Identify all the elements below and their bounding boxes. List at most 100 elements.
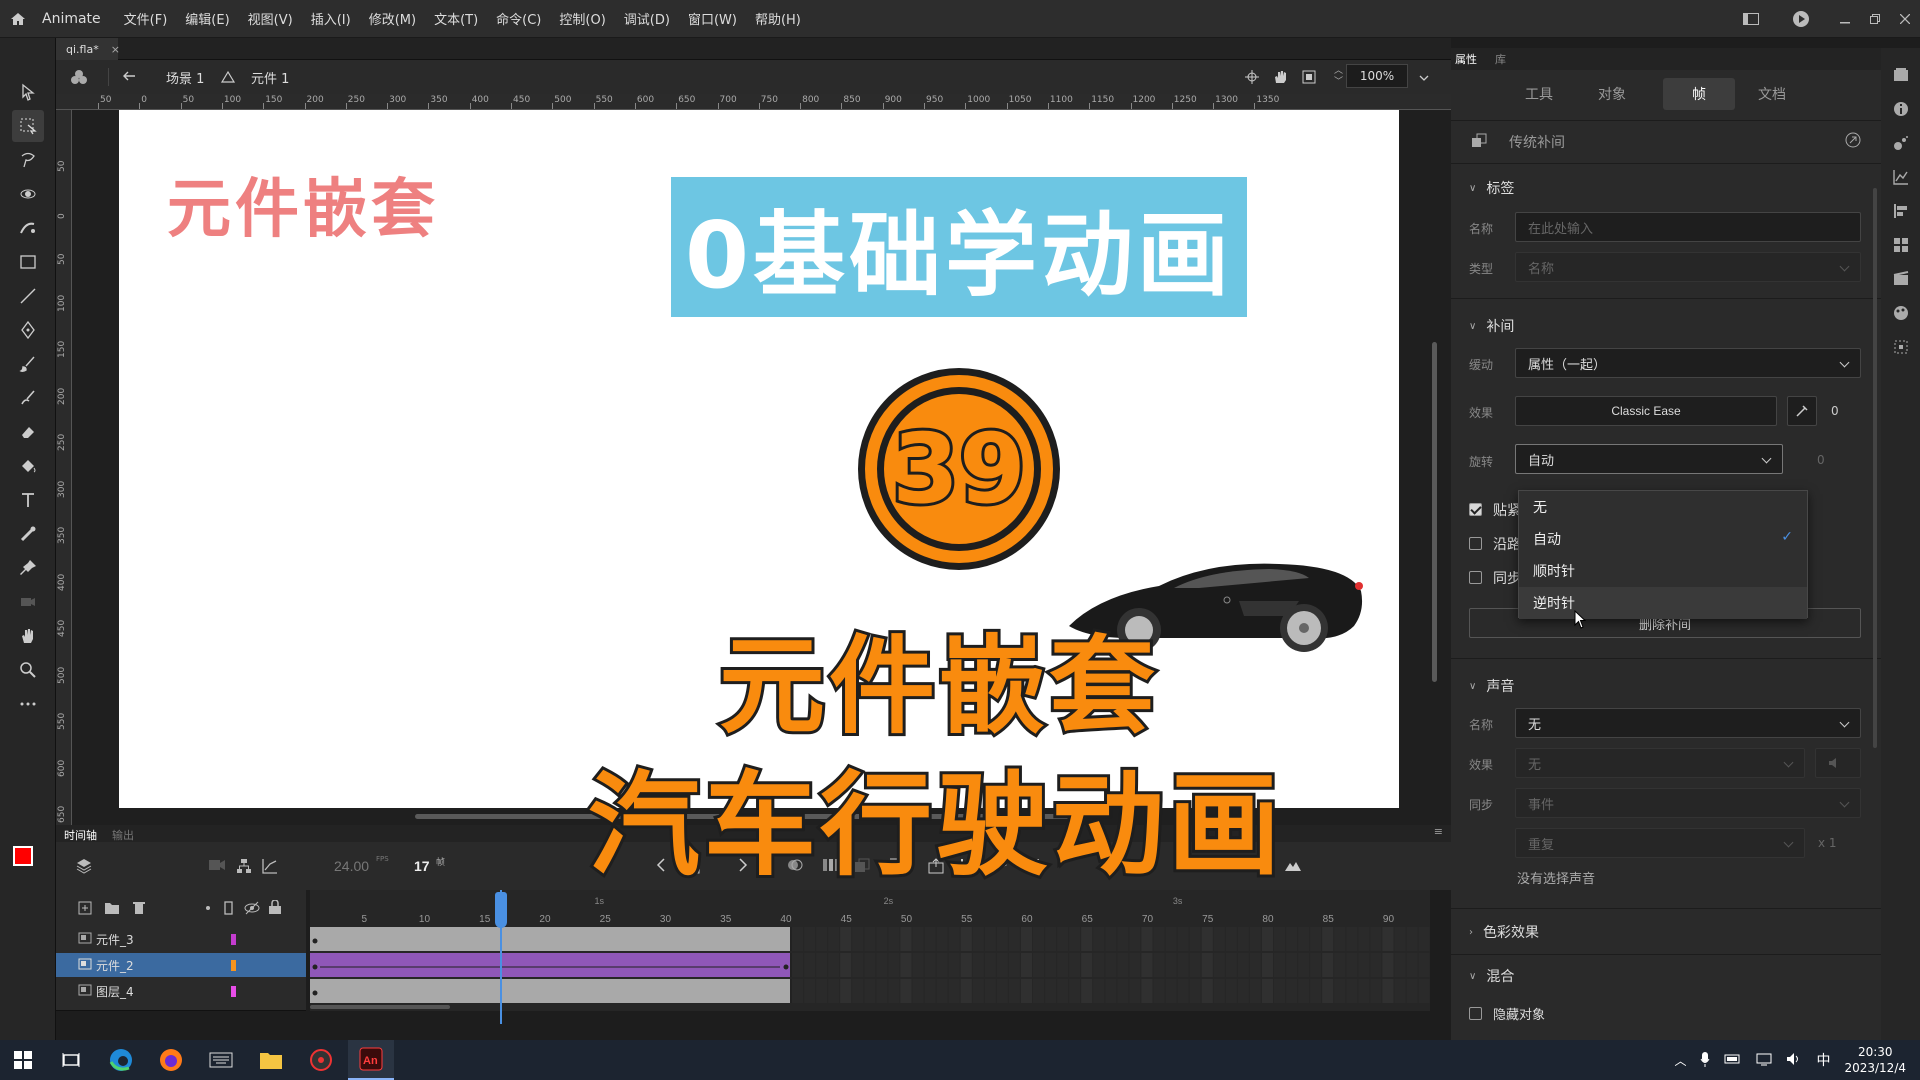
frame-cell[interactable] (1069, 979, 1081, 1003)
frame-cell[interactable] (1045, 927, 1057, 951)
scene-icon[interactable] (1890, 268, 1912, 290)
zoom-tool-icon[interactable] (12, 654, 44, 686)
microphone-icon[interactable] (1700, 1051, 1710, 1070)
frame-cell[interactable] (1394, 927, 1406, 951)
frame-cell[interactable] (792, 979, 804, 1003)
frame-cell[interactable] (1261, 927, 1273, 951)
frame-cell[interactable] (1406, 953, 1418, 977)
static-frames-span[interactable] (310, 927, 792, 951)
bone-tool-icon[interactable] (12, 518, 44, 550)
transform-icon[interactable] (1890, 336, 1912, 358)
battery-icon[interactable] (1724, 1053, 1742, 1068)
frame-cell[interactable] (888, 953, 900, 977)
pin-tool-icon[interactable] (12, 552, 44, 584)
tab-document[interactable]: 文档 (1736, 78, 1808, 110)
end-keyframe-dot[interactable] (783, 964, 789, 970)
swatches-icon[interactable] (1890, 234, 1912, 256)
tab-timeline[interactable]: 时间轴 (64, 827, 97, 843)
frame-cell[interactable] (1406, 927, 1418, 951)
frame-cell[interactable] (876, 927, 888, 951)
frame-cell[interactable] (1105, 927, 1117, 951)
frame-cell[interactable] (1225, 979, 1237, 1003)
app-icon[interactable] (298, 1040, 344, 1080)
frame-cell[interactable] (1129, 927, 1141, 951)
frame-cell[interactable] (1310, 953, 1322, 977)
layer-color-swatch[interactable] (231, 959, 236, 971)
camera-tool-icon[interactable] (12, 586, 44, 618)
frame-cell[interactable] (1322, 979, 1334, 1003)
layer-name[interactable]: 元件_2 (96, 957, 134, 974)
menu-text[interactable]: 文本(T) (425, 9, 487, 28)
rotate-option-ccw[interactable]: 逆时针 (1519, 587, 1807, 619)
firefox-icon[interactable] (148, 1040, 194, 1080)
frame-cell[interactable] (864, 927, 876, 951)
frame-cell[interactable] (900, 927, 912, 951)
frame-cell[interactable] (1081, 979, 1093, 1003)
frame-cell[interactable] (1310, 979, 1322, 1003)
rotate-option-none[interactable]: 无 (1519, 491, 1807, 523)
frame-cell[interactable] (1117, 927, 1129, 951)
frame-cell[interactable] (1237, 927, 1249, 951)
frame-cell[interactable] (924, 979, 936, 1003)
animate-app-icon[interactable]: An (348, 1040, 394, 1080)
frame-cell[interactable] (1298, 979, 1310, 1003)
file-explorer-icon[interactable] (248, 1040, 294, 1080)
frame-cell[interactable] (900, 953, 912, 977)
sound-sync-select[interactable]: 事件 (1515, 788, 1861, 818)
frame-cell[interactable] (972, 979, 984, 1003)
frame-cell[interactable] (1201, 927, 1213, 951)
rotate-option-cw[interactable]: 顺时针 (1519, 555, 1807, 587)
document-tab[interactable]: qi.fla* × (56, 38, 120, 60)
fluid-brush-tool-icon[interactable] (12, 382, 44, 414)
frame-cell[interactable] (996, 927, 1008, 951)
frame-cell[interactable] (1129, 953, 1141, 977)
label-section-header[interactable]: ∨ 标签 (1469, 178, 1514, 198)
3d-rotation-tool-icon[interactable] (12, 178, 44, 210)
static-frames-span[interactable] (310, 979, 792, 1003)
frame-cell[interactable] (1394, 979, 1406, 1003)
panel-tab-properties[interactable]: 属性 (1455, 51, 1477, 67)
layer-color-swatch[interactable] (231, 933, 236, 945)
sound-effect-select[interactable]: 无 (1515, 748, 1805, 778)
layers-icon[interactable] (76, 858, 92, 878)
frame-cell[interactable] (1045, 979, 1057, 1003)
network-icon[interactable] (1756, 1052, 1772, 1069)
frame-cell[interactable] (1093, 953, 1105, 977)
frames-grid[interactable]: 5 10 15 20 25 30 35 40 45 50 55 60 65 70 75 80 85 90 1s 2s 3… (310, 890, 1430, 1011)
frame-cell[interactable] (1020, 927, 1032, 951)
frame-cell[interactable] (816, 927, 828, 951)
frame-cell[interactable] (1069, 927, 1081, 951)
properties-scrollbar[interactable] (1873, 188, 1877, 748)
frame-cell[interactable] (1286, 927, 1298, 951)
clock[interactable]: 20:30 2023/12/4 (1844, 1044, 1906, 1076)
rectangle-tool-icon[interactable] (12, 246, 44, 278)
snap-icon[interactable] (1244, 69, 1260, 89)
rotate-option-auto[interactable]: 自动 ✓ (1519, 523, 1807, 555)
frame-cell[interactable] (1370, 979, 1382, 1003)
close-tab-icon[interactable]: × (111, 43, 120, 56)
frame-cell[interactable] (1261, 953, 1273, 977)
rotate-count[interactable]: 0 (1817, 453, 1825, 467)
restore-icon[interactable] (1860, 14, 1890, 24)
motion-editor-icon[interactable] (1890, 166, 1912, 188)
frame-cell[interactable] (876, 979, 888, 1003)
frame-cell[interactable] (1274, 979, 1286, 1003)
frame-cell[interactable] (1008, 927, 1020, 951)
new-folder-icon[interactable] (104, 901, 120, 919)
rotate-select[interactable]: 自动 (1515, 444, 1783, 474)
frame-cell[interactable] (1201, 953, 1213, 977)
stage-vertical-scrollbar[interactable] (1432, 342, 1437, 682)
frame-cell[interactable] (984, 953, 996, 977)
hand-tool-icon[interactable] (12, 620, 44, 652)
frame-cell[interactable] (1418, 979, 1430, 1003)
frame-cell[interactable] (1298, 953, 1310, 977)
ime-indicator[interactable]: 中 (1816, 1050, 1830, 1070)
lasso-tool-icon[interactable] (12, 144, 44, 176)
sync-checkbox[interactable] (1469, 571, 1482, 584)
frame-cell[interactable] (1153, 927, 1165, 951)
keyboard-icon[interactable] (198, 1040, 244, 1080)
frame-cell[interactable] (912, 953, 924, 977)
free-transform-tool-icon[interactable] (12, 110, 44, 142)
frame-cell[interactable] (1165, 953, 1177, 977)
paint-bucket-tool-icon[interactable] (12, 450, 44, 482)
